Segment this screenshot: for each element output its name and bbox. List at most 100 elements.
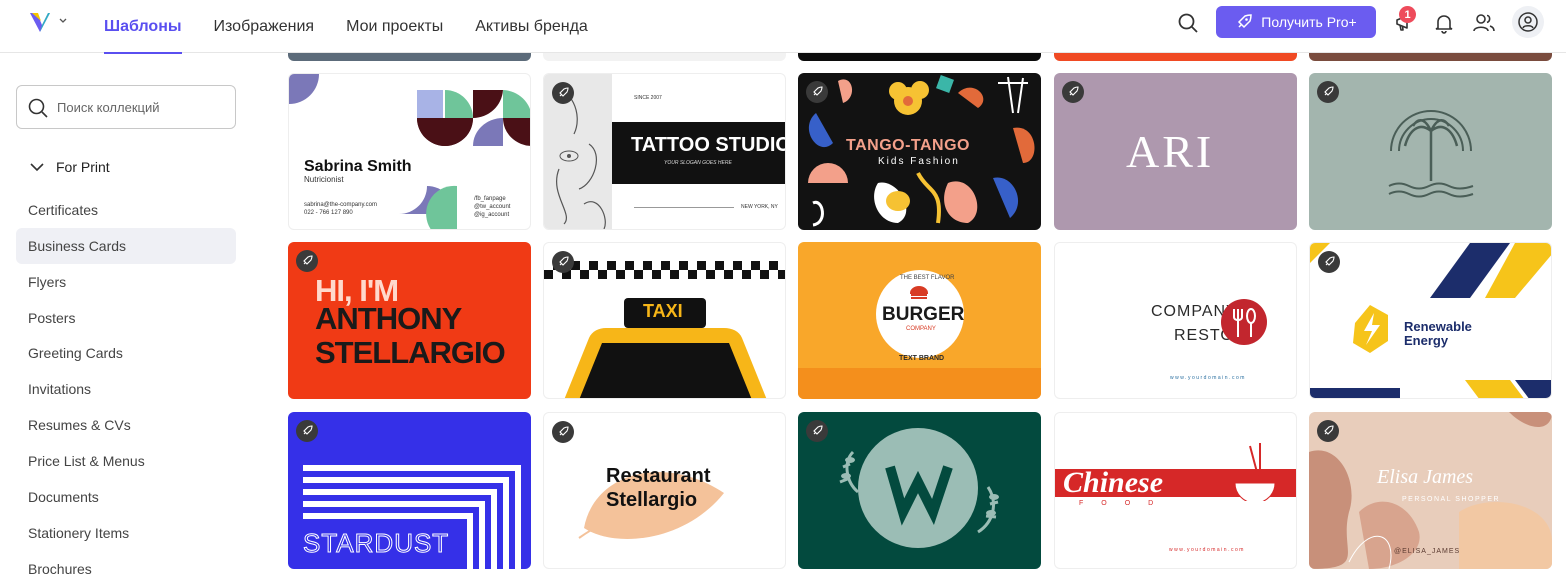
tab-my-projects[interactable]: Мои проекты — [346, 0, 443, 53]
main-nav: Шаблоны Изображения Мои проекты Активы б… — [104, 0, 620, 54]
card-top: THE BEST FLAVOR — [900, 275, 955, 281]
rocket-icon — [1238, 14, 1253, 29]
template-card-resto[interactable]: COMPANY RESTO www.yourdomain.com — [1054, 242, 1297, 399]
card-title: TANGO-TANGO — [846, 137, 970, 154]
template-card-sabrina[interactable]: Sabrina Smith Nutricionist sabrina@the-c… — [288, 73, 531, 230]
sidebar-item-invitations[interactable]: Invitations — [16, 371, 236, 407]
card-company: COMPANY — [906, 326, 936, 332]
card-name: Sabrina Smith — [304, 158, 412, 175]
card-since: SINCE 2007 — [634, 95, 662, 101]
logo-circle — [1221, 299, 1267, 345]
burger-icon — [909, 286, 929, 299]
search-icon — [28, 98, 48, 118]
card-line-1: Renewable — [1404, 319, 1472, 334]
card-email: sabrina@the-company.com — [304, 202, 378, 208]
template-card-w-leaves[interactable] — [798, 412, 1041, 569]
card-role: PERSONAL SHOPPER — [1402, 496, 1501, 503]
card-brand: TEXT BRAND — [899, 355, 945, 362]
template-card-tango[interactable]: TANGO-TANGO Kids Fashion — [798, 73, 1041, 230]
chevron-down-icon — [30, 163, 44, 172]
pro-icon — [296, 420, 318, 442]
get-pro-label: Получить Pro+ — [1261, 14, 1357, 30]
app-logo-icon[interactable] — [28, 10, 52, 34]
pro-icon — [1062, 81, 1084, 103]
checker-strip — [544, 261, 785, 279]
template-card-anthony[interactable]: HI, I'M ANTHONY STELLARGIO — [288, 242, 531, 399]
card-line-1: Restaurant — [606, 465, 711, 487]
card-name: Elisa James — [1377, 466, 1474, 488]
sidebar-item-business-cards[interactable]: Business Cards — [16, 228, 236, 264]
card-domain: www.yourdomain.com — [1169, 547, 1245, 553]
tab-images[interactable]: Изображения — [214, 0, 315, 53]
template-card-tattoo[interactable]: SINCE 2007 TATTOO STUDIO YOUR SLOGAN GOE… — [543, 73, 786, 230]
pro-icon — [1318, 251, 1340, 273]
tab-templates[interactable]: Шаблоны — [104, 0, 182, 54]
card-tw: @tw_account — [474, 204, 511, 210]
template-card-elisa[interactable]: Elisa James PERSONAL SHOPPER @ELISA_JAME… — [1309, 412, 1552, 569]
pro-icon — [296, 250, 318, 272]
chevron-down-icon[interactable] — [58, 16, 68, 26]
card-role: Nutricionist — [304, 175, 344, 184]
tab-brand-assets[interactable]: Активы бренда — [475, 0, 588, 53]
bottom-band — [798, 368, 1041, 399]
pro-icon — [1317, 81, 1339, 103]
template-card-stardust[interactable]: STARDUST — [288, 412, 531, 569]
sidebar-item-brochures[interactable]: Brochures — [16, 551, 236, 587]
get-pro-button[interactable]: Получить Pro+ — [1216, 6, 1376, 38]
card-line-2: Energy — [1404, 333, 1449, 348]
card-line-3: STELLARGIO — [315, 335, 506, 370]
sidebar: Поиск коллекций For Print Certificates B… — [0, 53, 262, 578]
sidebar-item-certificates[interactable]: Certificates — [16, 192, 236, 228]
template-card-burger[interactable]: THE BEST FLAVOR BURGER COMPANY TEXT BRAN… — [798, 242, 1041, 399]
user-icon — [1518, 12, 1538, 32]
collection-search-input[interactable]: Поиск коллекций — [16, 85, 236, 129]
divider — [634, 207, 734, 208]
template-card-taxi[interactable]: TAXI — [543, 242, 786, 399]
card-domain: www.yourdomain.com — [1170, 375, 1246, 381]
card-line-2: ANTHONY — [315, 301, 462, 336]
sidebar-item-posters[interactable]: Posters — [16, 300, 236, 336]
card-title: STARDUST — [302, 528, 450, 559]
card-phone: 022 - 766 127 890 — [304, 210, 353, 216]
abstract-shapes-icon — [1309, 412, 1552, 569]
search-icon[interactable] — [1175, 10, 1201, 36]
sidebar-item-flyers[interactable]: Flyers — [16, 264, 236, 300]
bell-icon[interactable] — [1431, 10, 1457, 36]
sidebar-item-documents[interactable]: Documents — [16, 479, 236, 515]
card-subtitle: Kids Fashion — [878, 156, 960, 167]
team-icon[interactable] — [1471, 10, 1497, 36]
sidebar-item-resumes[interactable]: Resumes & CVs — [16, 407, 236, 443]
sidebar-item-stationery[interactable]: Stationery Items — [16, 515, 236, 551]
fork-spoon-icon — [1233, 308, 1256, 337]
pro-icon — [552, 421, 574, 443]
pro-icon — [806, 420, 828, 442]
pro-icon — [552, 82, 574, 104]
pro-icon — [806, 81, 828, 103]
card-title: TATTOO STUDIO — [631, 134, 786, 156]
card-fb: /fb_fanpage — [474, 196, 506, 202]
card-title: BURGER — [882, 304, 965, 325]
bowl-icon — [1234, 443, 1276, 501]
card-title: Chinese — [1063, 466, 1164, 499]
card-city: NEW YORK, NY — [741, 204, 778, 210]
template-card-palm[interactable] — [1309, 73, 1552, 230]
sidebar-item-greeting-cards[interactable]: Greeting Cards — [16, 335, 236, 371]
sidebar-item-price-list[interactable]: Price List & Menus — [16, 443, 236, 479]
palm-tree-icon — [1388, 110, 1474, 198]
card-slogan: YOUR SLOGAN GOES HERE — [664, 160, 732, 166]
template-card-chinese[interactable]: Chinese FOOD www.yourdomain.com — [1054, 412, 1297, 569]
card-sub: FOOD — [1079, 500, 1172, 507]
search-placeholder: Поиск коллекций — [57, 99, 160, 115]
section-for-print[interactable]: For Print — [30, 159, 110, 175]
section-title: For Print — [56, 159, 110, 175]
notification-badge: 1 — [1399, 6, 1416, 23]
card-handle: @ELISA_JAMES — [1394, 548, 1461, 555]
template-card-renewable[interactable]: Renewable Energy — [1309, 242, 1552, 399]
pro-icon — [1317, 420, 1339, 442]
pro-icon — [552, 251, 574, 273]
w-monogram-icon — [839, 450, 999, 534]
template-card-restaurant[interactable]: Restaurant Stellargio — [543, 412, 786, 569]
card-ig: @ig_account — [474, 212, 510, 218]
avatar[interactable] — [1512, 6, 1544, 38]
template-card-ari[interactable]: ARI — [1054, 73, 1297, 230]
